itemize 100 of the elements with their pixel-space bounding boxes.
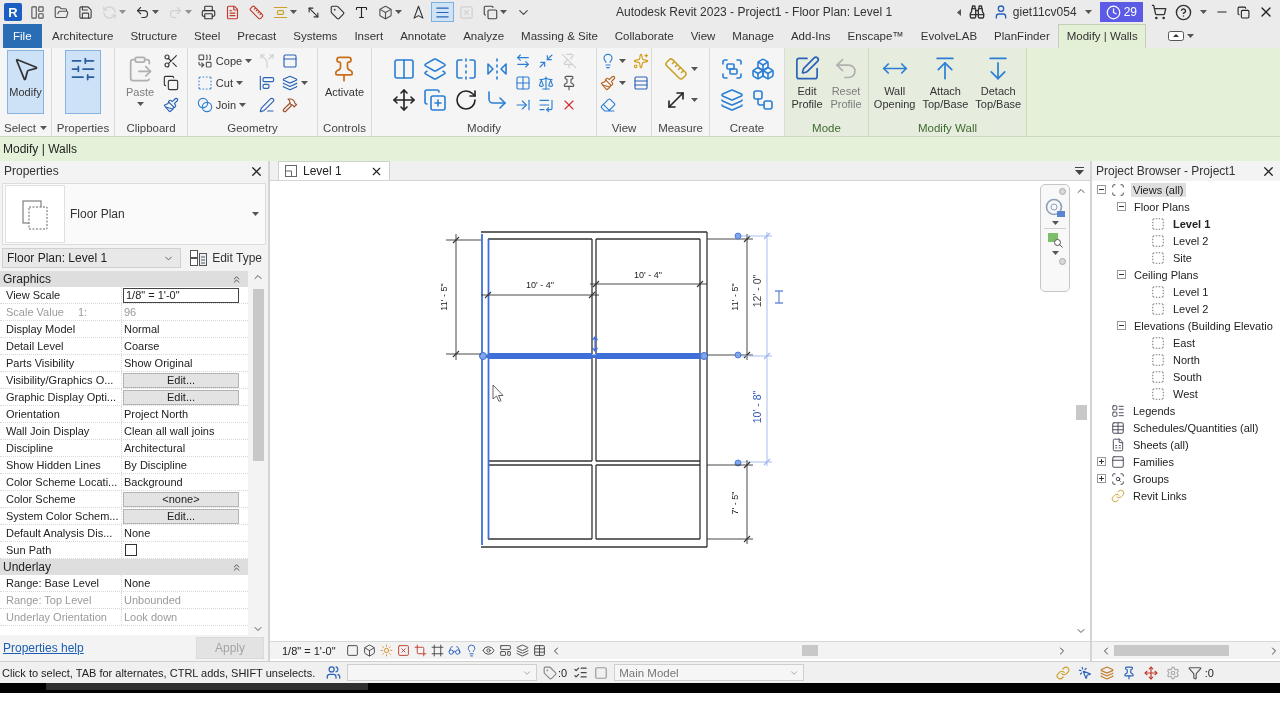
tree-item[interactable]: East (1171, 335, 1197, 350)
move-arrows-icon[interactable] (1143, 665, 1158, 680)
scrollbar-thumb[interactable] (1114, 645, 1229, 656)
panel-menu[interactable]: Select (4, 121, 47, 134)
tree-item[interactable]: Schedules/Quantities (all) (1131, 420, 1261, 435)
taskbar-search-field[interactable] (46, 683, 368, 690)
ribbon-tab[interactable]: View (682, 24, 724, 48)
ribbon-button[interactable]: Cut (195, 73, 254, 93)
ribbon-button[interactable]: Join (195, 95, 254, 115)
square-icon[interactable] (345, 644, 359, 657)
tool-button[interactable] (390, 89, 417, 110)
table-icon[interactable] (532, 644, 546, 657)
help-link[interactable]: Properties help (3, 641, 84, 655)
tool-button[interactable] (162, 73, 180, 93)
cube-icon[interactable] (362, 644, 376, 657)
collapse-icon[interactable] (231, 561, 242, 573)
glasses-icon[interactable] (447, 644, 461, 657)
ribbon-tab[interactable]: Insert (345, 24, 392, 48)
edit-type-button[interactable]: Edit Type (186, 248, 266, 268)
ribbon-button[interactable]: Modify (7, 50, 44, 114)
tree-item[interactable]: West (1171, 386, 1200, 401)
type-selector[interactable]: Floor Plan (2, 183, 266, 245)
minus-box-icon[interactable] (1117, 321, 1126, 330)
ribbon-tab[interactable]: Architecture (43, 24, 122, 48)
scrollbar-thumb[interactable] (252, 289, 264, 461)
tree-item[interactable]: Groups (1131, 471, 1172, 486)
pin-icon[interactable] (1121, 665, 1136, 680)
minus-box-icon[interactable] (1117, 270, 1126, 279)
tree-item[interactable]: Level 1 (1171, 216, 1213, 231)
help-icon[interactable] (1175, 3, 1192, 21)
tree-item[interactable]: Sheets (all) (1131, 437, 1191, 452)
panel-toggle-icon[interactable] (1168, 31, 1185, 41)
collapse-icon[interactable] (231, 273, 242, 285)
workset-field[interactable] (347, 664, 537, 681)
tree-item[interactable]: South (1171, 369, 1204, 384)
square-icon[interactable] (594, 665, 609, 680)
tree-item[interactable]: Level 1 (1171, 284, 1211, 299)
layers-icon[interactable] (515, 644, 529, 657)
minus-box-icon[interactable] (1097, 185, 1106, 194)
ribbon-tab[interactable]: Add-Ins (782, 24, 840, 48)
ribbon-button[interactable]: Activate (322, 50, 367, 114)
ribbon-tab[interactable]: Systems (284, 24, 346, 48)
ribbon-tab[interactable]: Collaborate (606, 24, 683, 48)
tree-item[interactable]: Views (all) (1131, 182, 1186, 197)
gear-icon[interactable] (1165, 665, 1180, 680)
edit-button[interactable]: Edit... (123, 508, 239, 524)
ribbon-tab[interactable]: Precast (228, 24, 285, 48)
link-icon[interactable] (1055, 665, 1070, 680)
value-field[interactable]: 1/8" = 1'-0" (123, 287, 239, 303)
tree-item[interactable]: Floor Plans (1132, 199, 1192, 214)
plus-box-icon[interactable] (1097, 474, 1106, 483)
filter-icon[interactable] (1187, 665, 1202, 680)
pointer-click-icon[interactable] (1077, 665, 1092, 680)
zoom-icon[interactable] (1047, 232, 1063, 248)
scrollbar-thumb[interactable] (801, 645, 818, 656)
eye-icon[interactable] (481, 644, 495, 657)
binoculars-icon[interactable] (968, 4, 985, 20)
ribbon-tab[interactable]: PlanFinder (985, 24, 1059, 48)
ribbon-button[interactable] (65, 50, 101, 114)
tree-item[interactable]: Level 2 (1171, 301, 1211, 316)
edit-button[interactable]: Edit... (123, 389, 239, 405)
ribbon-tab[interactable]: Steel (185, 24, 229, 48)
minus-box-icon[interactable] (1117, 202, 1126, 211)
ribbon-tab[interactable]: Enscape™ (839, 24, 913, 48)
document-tab[interactable]: Level 1 (278, 161, 390, 180)
hash-icon[interactable] (430, 644, 444, 657)
ribbon-tab[interactable]: Manage (723, 24, 783, 48)
people-icon[interactable] (326, 665, 341, 680)
tree-item[interactable]: Ceiling Plans (1132, 267, 1201, 282)
ribbon-button[interactable]: Edit Profile (789, 50, 825, 114)
ribbon-button[interactable]: Wall Opening (871, 50, 918, 114)
restore-icon[interactable] (1237, 5, 1250, 19)
user-name[interactable]: giet11cv054 (1012, 5, 1077, 19)
ribbon-tab[interactable]: Structure (121, 24, 186, 48)
ribbon-tab[interactable]: EvolveLAB (912, 24, 986, 48)
tree-item[interactable]: Site (1171, 250, 1194, 265)
ribbon-tab[interactable]: Modify | Walls (1058, 24, 1147, 48)
square-x-icon[interactable] (396, 644, 410, 657)
tree-item[interactable]: Level 2 (1171, 233, 1211, 248)
clock-badge[interactable]: 29 (1099, 2, 1143, 22)
list-icon[interactable] (573, 665, 589, 680)
tree-item[interactable]: Families (1131, 454, 1176, 469)
layout-icon[interactable] (498, 644, 512, 657)
ribbon-button[interactable]: Cope (195, 51, 254, 71)
tree-item[interactable]: Revit Links (1131, 488, 1189, 503)
layers-icon[interactable] (1099, 665, 1114, 680)
tree-item[interactable]: Elevations (Building Elevatio (1132, 318, 1275, 333)
view-scale[interactable]: 1/8" = 1'-0" (282, 644, 336, 657)
edit-button[interactable]: <none> (123, 491, 239, 507)
tab-menu-icon[interactable] (1075, 166, 1084, 175)
checkbox[interactable] (125, 544, 137, 556)
app-logo[interactable]: R (4, 3, 22, 21)
ribbon-button[interactable]: Attach Top/Base (920, 50, 971, 114)
tree-item[interactable]: North (1171, 352, 1202, 367)
crop-icon[interactable] (413, 644, 427, 657)
tag-icon[interactable] (543, 665, 557, 680)
instance-dropdown[interactable]: Floor Plan: Level 1 (2, 248, 182, 268)
ribbon-tab[interactable]: Analyze (454, 24, 513, 48)
ribbon-tab[interactable]: Massing & Site (512, 24, 607, 48)
tree-item[interactable]: Legends (1131, 403, 1178, 418)
